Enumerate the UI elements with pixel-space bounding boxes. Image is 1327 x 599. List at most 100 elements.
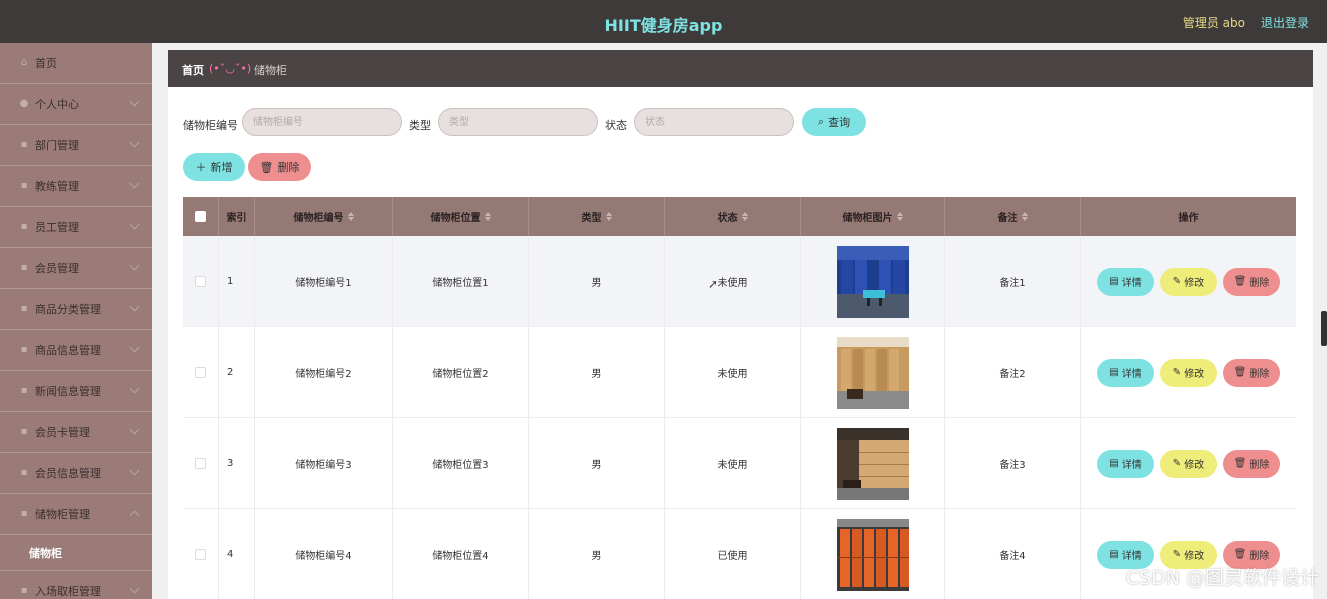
edit-button-label: 修改	[1184, 278, 1205, 289]
trash-icon: 🗑	[1233, 549, 1247, 560]
sidebar-item-member[interactable]: ▪ 会员管理	[0, 248, 152, 289]
pencil-icon: ✎	[1172, 458, 1182, 469]
home-icon: ⌂	[20, 57, 28, 68]
table-body: 1 储物柜编号1 储物柜位置1 男 未使用 备注1 ▤ 详情 ✎ 修改 🗑 删除…	[183, 236, 1296, 599]
locker-photo[interactable]	[836, 245, 909, 318]
row-type: 男	[529, 509, 665, 599]
row-index: 2	[219, 327, 255, 418]
header-location[interactable]: 储物柜位置	[393, 197, 529, 236]
menu-icon: ▪	[20, 139, 28, 150]
detail-button[interactable]: ▤ 详情	[1097, 358, 1154, 387]
sidebar-item-department[interactable]: ▪ 部门管理	[0, 125, 152, 166]
row-photo-cell	[801, 418, 945, 509]
row-status: 已使用	[665, 509, 801, 599]
sidebar-item-news[interactable]: ▪ 新闻信息管理	[0, 371, 152, 412]
select-all-checkbox[interactable]	[195, 211, 206, 222]
edit-button[interactable]: ✎ 修改	[1160, 267, 1217, 296]
sidebar-item-label: 员工管理	[35, 221, 79, 234]
row-checkbox[interactable]	[195, 549, 206, 560]
header-note[interactable]: 备注	[945, 197, 1081, 236]
sidebar-subitem-locker[interactable]: 储物柜	[0, 535, 152, 571]
edit-button[interactable]: ✎ 修改	[1160, 358, 1217, 387]
locker-photo[interactable]	[836, 336, 909, 409]
row-type: 男	[529, 327, 665, 418]
menu-icon: ▪	[20, 180, 28, 191]
header-code[interactable]: 储物柜编号	[255, 197, 393, 236]
chevron-down-icon	[129, 424, 140, 435]
detail-button[interactable]: ▤ 详情	[1097, 267, 1154, 296]
row-code: 储物柜编号3	[255, 418, 393, 509]
query-button[interactable]: ⌕ 查询	[802, 108, 866, 136]
breadcrumb-home[interactable]: 首页	[182, 62, 204, 78]
search-input-type[interactable]	[438, 108, 598, 136]
menu-icon: ▪	[20, 508, 28, 519]
menu-icon: ▪	[20, 344, 28, 355]
detail-button-label: 详情	[1121, 278, 1142, 289]
row-checkbox[interactable]	[195, 276, 206, 287]
document-icon: ▤	[1109, 549, 1119, 560]
header-status[interactable]: 状态	[665, 197, 801, 236]
row-checkbox[interactable]	[195, 458, 206, 469]
header-type[interactable]: 类型	[529, 197, 665, 236]
sidebar-item-label: 新闻信息管理	[35, 385, 101, 398]
edit-button[interactable]: ✎ 修改	[1160, 449, 1217, 478]
batch-delete-button[interactable]: 🗑 删除	[248, 153, 311, 181]
sort-icon	[741, 212, 748, 221]
sidebar-item-label: 入场取柜管理	[35, 585, 101, 598]
delete-button[interactable]: 🗑 删除	[1223, 267, 1280, 296]
query-button-label: 查询	[828, 116, 851, 129]
sidebar-item-personal-center[interactable]: ● 个人中心	[0, 84, 152, 125]
search-label-status: 状态	[605, 119, 627, 132]
add-button[interactable]: ＋ 新增	[183, 153, 245, 181]
sidebar-item-member-card[interactable]: ▪ 会员卡管理	[0, 412, 152, 453]
row-code: 储物柜编号1	[255, 236, 393, 327]
sidebar-item-locker[interactable]: ▪ 储物柜管理	[0, 494, 152, 535]
scrollbar-handle[interactable]	[1321, 311, 1327, 346]
edit-button-label: 修改	[1184, 369, 1205, 380]
sidebar-item-product-info[interactable]: ▪ 商品信息管理	[0, 330, 152, 371]
row-checkbox[interactable]	[195, 367, 206, 378]
sidebar-item-coach[interactable]: ▪ 教练管理	[0, 166, 152, 207]
locker-photo[interactable]	[836, 518, 909, 591]
header-photo[interactable]: 储物柜图片	[801, 197, 945, 236]
plus-icon: ＋	[195, 161, 207, 174]
trash-icon: 🗑	[1233, 458, 1247, 469]
sidebar-item-product-category[interactable]: ▪ 商品分类管理	[0, 289, 152, 330]
row-status: 未使用	[665, 418, 801, 509]
table-row: 3 储物柜编号3 储物柜位置3 男 未使用 备注3 ▤ 详情 ✎ 修改 🗑 删除	[183, 418, 1296, 509]
add-button-label: 新增	[210, 161, 233, 174]
search-input-status[interactable]	[634, 108, 794, 136]
delete-button-label: 删除	[1249, 460, 1270, 471]
locker-photo[interactable]	[836, 427, 909, 500]
chevron-down-icon	[129, 301, 140, 312]
edit-button-label: 修改	[1184, 460, 1205, 471]
delete-button-label: 删除	[1249, 278, 1270, 289]
row-location: 储物柜位置3	[393, 418, 529, 509]
menu-icon: ▪	[20, 262, 28, 273]
delete-button-label: 删除	[1249, 369, 1270, 380]
menu-icon: ▪	[20, 585, 28, 596]
row-note: 备注3	[945, 418, 1081, 509]
row-select-cell	[183, 509, 219, 599]
sidebar-item-member-info[interactable]: ▪ 会员信息管理	[0, 453, 152, 494]
sort-icon	[1021, 212, 1028, 221]
user-icon: ●	[19, 98, 29, 109]
chevron-down-icon	[129, 583, 140, 594]
sidebar-item-home[interactable]: ⌂ 首页	[0, 43, 152, 84]
row-location: 储物柜位置4	[393, 509, 529, 599]
sidebar-item-staff[interactable]: ▪ 员工管理	[0, 207, 152, 248]
delete-button[interactable]: 🗑 删除	[1223, 358, 1280, 387]
admin-label: 管理员 abo	[1182, 16, 1245, 30]
row-index: 1	[219, 236, 255, 327]
delete-button[interactable]: 🗑 删除	[1223, 449, 1280, 478]
sidebar-item-label: 商品信息管理	[35, 344, 101, 357]
search-input-code[interactable]	[242, 108, 402, 136]
detail-button[interactable]: ▤ 详情	[1097, 449, 1154, 478]
sidebar-item-entry-locker[interactable]: ▪ 入场取柜管理	[0, 571, 152, 599]
document-icon: ▤	[1109, 367, 1119, 378]
logout-link[interactable]: 退出登录	[1261, 14, 1309, 31]
row-code: 储物柜编号2	[255, 327, 393, 418]
search-icon: ⌕	[817, 115, 825, 128]
pencil-icon: ✎	[1172, 276, 1182, 287]
top-bar: HIIT健身房app 管理员 abo 退出登录	[0, 0, 1327, 43]
